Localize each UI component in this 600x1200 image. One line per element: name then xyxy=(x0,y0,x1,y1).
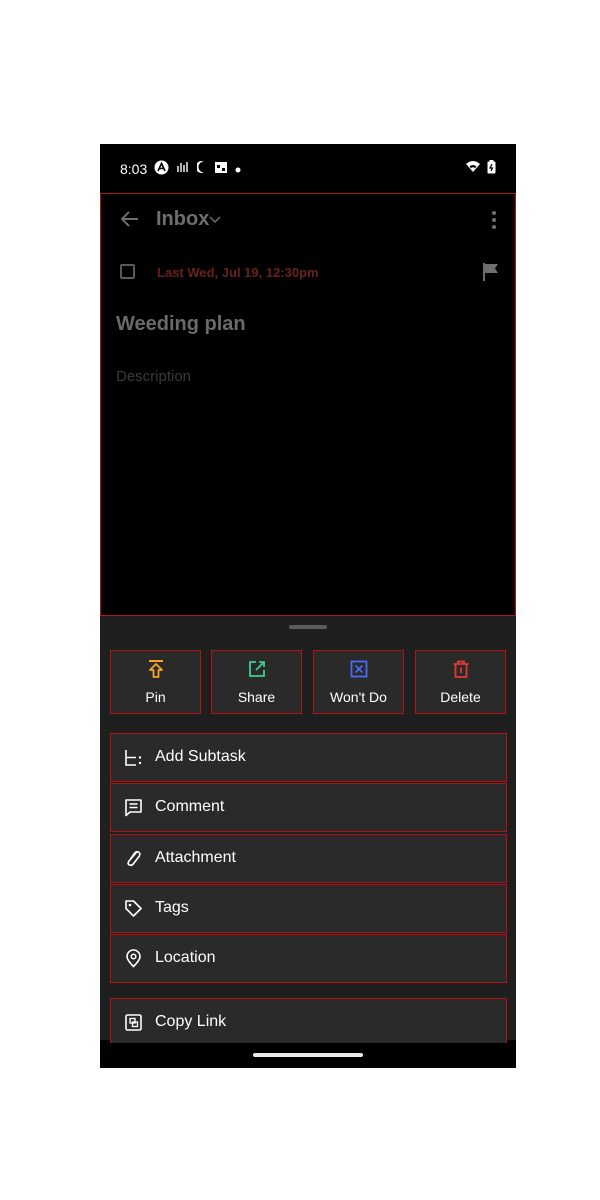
wont-do-button[interactable]: Won't Do xyxy=(313,650,404,714)
share-button[interactable]: Share xyxy=(211,650,302,714)
share-icon xyxy=(249,661,265,677)
tags-label: Tags xyxy=(155,899,189,916)
status-right xyxy=(465,160,496,177)
antenna-icon xyxy=(176,160,190,177)
pin-label: Pin xyxy=(145,689,166,705)
comment-item[interactable]: Comment xyxy=(110,783,507,832)
phone-screen: 8:03 Inbox Last Wed, Jul 19, 12:30pm Wee… xyxy=(100,144,516,1068)
back-arrow-icon[interactable] xyxy=(118,207,142,231)
delete-label: Delete xyxy=(440,689,481,705)
add-subtask-item[interactable]: Add Subtask xyxy=(110,733,507,782)
task-title[interactable]: Weeding plan xyxy=(116,313,246,336)
copy-link-label: Copy Link xyxy=(155,1013,227,1030)
tag-icon xyxy=(125,900,142,917)
toolbar: Inbox xyxy=(100,193,516,249)
attachment-item[interactable]: Attachment xyxy=(110,834,507,883)
home-indicator[interactable] xyxy=(253,1053,363,1057)
comment-label: Comment xyxy=(155,798,225,815)
comment-icon xyxy=(125,799,142,817)
subtask-icon xyxy=(125,750,142,766)
delete-button[interactable]: Delete xyxy=(415,650,506,714)
app-a-icon xyxy=(154,160,169,178)
more-options-icon[interactable] xyxy=(486,209,502,231)
paperclip-icon xyxy=(127,850,141,867)
trash-icon xyxy=(453,660,469,678)
wont-do-label: Won't Do xyxy=(330,689,387,705)
bottom-sheet: Pin Share Won't Do Delete Add Subtask Co… xyxy=(100,616,516,1047)
location-item[interactable]: Location xyxy=(110,934,507,983)
location-label: Location xyxy=(155,949,216,966)
copy-link-item[interactable]: Copy Link xyxy=(110,998,507,1047)
due-date-row: Last Wed, Jul 19, 12:30pm xyxy=(100,261,516,285)
share-label: Share xyxy=(237,689,276,705)
navigation-bar xyxy=(100,1043,516,1068)
task-checkbox[interactable] xyxy=(120,264,135,279)
status-time: 8:03 xyxy=(120,160,148,177)
battery-icon xyxy=(487,160,496,177)
status-bar: 8:03 xyxy=(100,144,516,193)
wifi-icon xyxy=(465,160,481,177)
copy-link-icon xyxy=(125,1014,142,1031)
quick-actions: Pin Share Won't Do Delete xyxy=(110,650,507,715)
moon-icon xyxy=(195,160,207,177)
task-detail: Inbox Last Wed, Jul 19, 12:30pm Weeding … xyxy=(100,193,516,616)
attachment-label: Attachment xyxy=(155,849,236,866)
pin-button[interactable]: Pin xyxy=(110,650,201,714)
description-field[interactable]: Description xyxy=(116,368,191,385)
tags-item[interactable]: Tags xyxy=(110,884,507,933)
pin-icon xyxy=(149,660,163,678)
add-subtask-label: Add Subtask xyxy=(155,748,246,765)
status-left: 8:03 xyxy=(120,160,241,178)
dot-icon xyxy=(235,161,241,176)
location-pin-icon xyxy=(126,949,141,968)
flag-icon[interactable] xyxy=(482,262,500,282)
list-title[interactable]: Inbox xyxy=(156,208,209,231)
chevron-down-icon[interactable] xyxy=(208,215,222,225)
calendar-icon xyxy=(214,160,228,177)
wont-do-icon xyxy=(350,660,368,678)
due-date[interactable]: Last Wed, Jul 19, 12:30pm xyxy=(157,265,319,280)
drag-handle[interactable] xyxy=(289,625,327,629)
